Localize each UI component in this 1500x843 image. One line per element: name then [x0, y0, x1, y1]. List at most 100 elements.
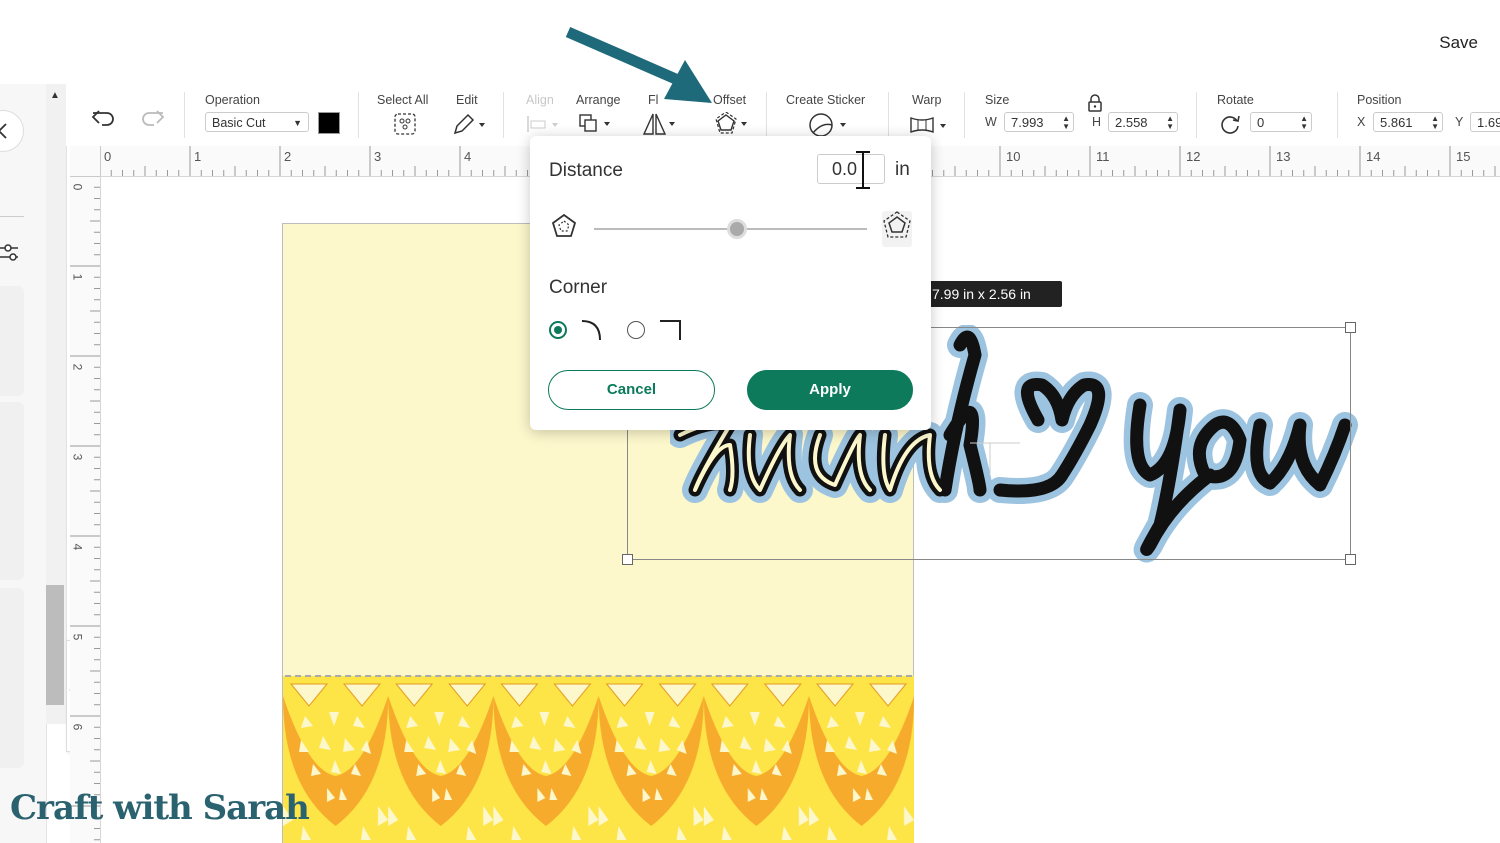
y-label: Y [1455, 115, 1464, 129]
resize-handle[interactable] [1345, 322, 1356, 333]
text-cursor-icon [856, 151, 870, 189]
ruler-label: 10 [1006, 149, 1021, 164]
y-position-value: 1.69 [1477, 115, 1500, 130]
offset-large-icon [883, 211, 911, 238]
pencil-icon[interactable] [452, 112, 486, 136]
corner-square-radio[interactable] [627, 321, 645, 339]
operation-value: Basic Cut [212, 116, 266, 130]
ruler-label: 12 [1186, 149, 1201, 164]
toolbar-divider [888, 92, 889, 138]
y-position-input[interactable]: 1.69 [1470, 112, 1500, 132]
width-input[interactable]: 7.993 ▲ ▼ [1004, 112, 1074, 132]
panel-divider [0, 216, 24, 217]
toolbar-divider [503, 92, 504, 138]
toolbar-divider [1196, 92, 1197, 138]
toolbar-divider [766, 92, 767, 138]
distance-slider-thumb[interactable] [727, 219, 747, 239]
toolbar-divider [358, 92, 359, 138]
ruler-label: 2 [284, 149, 292, 164]
lock-icon[interactable] [1086, 94, 1104, 114]
stepper-icon[interactable]: ▲ ▼ [1166, 115, 1174, 131]
ruler-label: 4 [70, 543, 85, 551]
align-label: Align [526, 93, 554, 107]
toolbar-divider [964, 92, 965, 138]
operation-select[interactable]: Basic Cut ▼ [205, 112, 309, 132]
ruler-label: 1 [70, 273, 85, 281]
ruler-label: 0 [104, 149, 112, 164]
watermark: Craft with Sarah [10, 788, 310, 828]
toolbar-divider [1337, 92, 1338, 138]
lace-border-shape[interactable] [283, 676, 914, 843]
resize-handle[interactable] [622, 554, 633, 565]
offset-popover: Distance 0.0 in Corner Cancel Apply [530, 136, 931, 430]
caret-down-icon: ▼ [293, 118, 302, 128]
corner-label: Corner [549, 277, 608, 298]
undo-icon[interactable] [90, 106, 118, 130]
ruler-label: 15 [1456, 149, 1471, 164]
offset-large-button[interactable] [882, 211, 912, 247]
color-swatch[interactable] [318, 112, 340, 134]
top-header: Save [0, 0, 1500, 85]
ruler-corner [70, 146, 101, 177]
height-label: H [1092, 115, 1102, 129]
height-input[interactable]: 2.558 ▲ ▼ [1108, 112, 1178, 132]
corner-rounded-radio[interactable] [549, 321, 567, 339]
ruler-label: 6 [70, 723, 85, 731]
width-label: W [985, 115, 997, 129]
dimensions-tooltip: 7.99 in x 2.56 in [924, 281, 1062, 307]
scrollbar-thumb[interactable] [46, 585, 64, 705]
scroll-up-icon[interactable]: ▲ [50, 90, 60, 101]
rotate-icon[interactable] [1218, 112, 1242, 136]
create-sticker-label: Create Sticker [786, 93, 866, 107]
select-all-label: Select All [377, 93, 429, 107]
x-position-input[interactable]: 5.861 ▲ ▼ [1373, 112, 1443, 132]
align-icon[interactable] [526, 114, 562, 134]
arrange-icon[interactable] [578, 113, 614, 135]
width-value: 7.993 [1011, 115, 1044, 130]
ruler-label: 4 [464, 149, 472, 164]
ruler-label: 1 [194, 149, 202, 164]
ruler-label: 14 [1366, 149, 1381, 164]
redo-icon[interactable] [138, 106, 166, 130]
panel-card[interactable] [0, 588, 24, 768]
select-all-icon[interactable] [393, 112, 417, 136]
rotate-input[interactable]: 0 ▲ ▼ [1250, 112, 1312, 132]
stepper-icon[interactable]: ▲ ▼ [1062, 115, 1070, 131]
panel-back-button[interactable] [0, 110, 24, 152]
ruler-label: 3 [70, 453, 85, 461]
save-button[interactable]: Save [1439, 33, 1478, 53]
ruler-label: 2 [70, 363, 85, 371]
warp-icon[interactable] [909, 114, 949, 136]
sticker-icon[interactable] [808, 112, 848, 138]
panel-card[interactable] [0, 402, 24, 580]
distance-unit: in [895, 159, 910, 180]
ruler-label: 13 [1276, 149, 1291, 164]
warp-label: Warp [912, 93, 942, 107]
x-position-value: 5.861 [1380, 115, 1413, 130]
stepper-icon[interactable]: ▲ ▼ [1300, 115, 1308, 131]
resize-handle[interactable] [1345, 554, 1356, 565]
vertical-ruler: 0 1 2 3 4 5 6 [70, 176, 101, 843]
annotation-arrow [565, 26, 712, 103]
cancel-button[interactable]: Cancel [548, 370, 715, 410]
sliders-icon[interactable] [0, 242, 22, 264]
offset-icon[interactable] [714, 112, 754, 136]
x-label: X [1357, 115, 1366, 129]
rounded-corner-icon [581, 320, 601, 341]
ruler-label: 3 [374, 149, 382, 164]
apply-button[interactable]: Apply [747, 370, 913, 410]
offset-small-icon[interactable] [550, 212, 578, 240]
square-corner-icon [660, 320, 681, 340]
flip-icon[interactable] [642, 112, 678, 136]
left-panel [0, 84, 47, 843]
score-line [285, 675, 912, 677]
ruler-label: 11 [1096, 149, 1110, 164]
distance-input[interactable]: 0.0 [817, 154, 885, 184]
ruler-label: 5 [70, 633, 85, 641]
operation-label: Operation [205, 93, 260, 107]
rotate-value: 0 [1257, 115, 1265, 130]
panel-card[interactable] [0, 286, 24, 396]
size-label: Size [985, 93, 1010, 107]
stepper-icon[interactable]: ▲ ▼ [1431, 115, 1439, 131]
height-value: 2.558 [1115, 115, 1148, 130]
